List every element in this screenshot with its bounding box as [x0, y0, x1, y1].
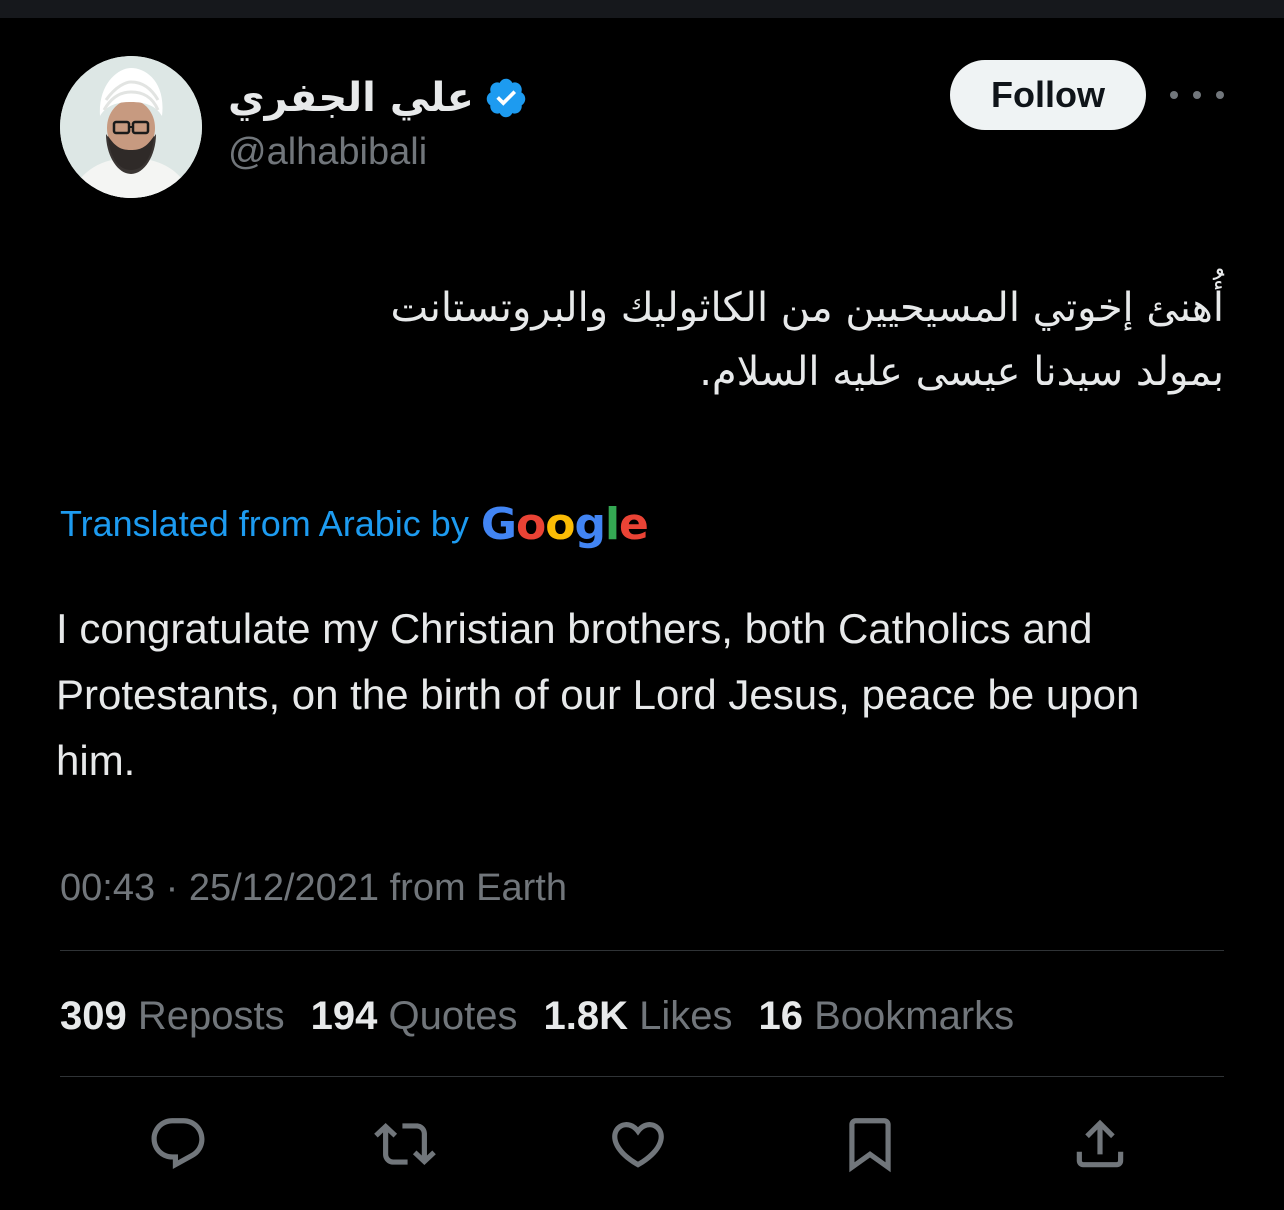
tweet-text-translation: I congratulate my Christian brothers, bo… [56, 605, 1140, 784]
more-dot [1216, 91, 1224, 99]
reply-icon[interactable] [146, 1112, 210, 1176]
bookmark-icon[interactable] [838, 1112, 902, 1176]
stat-number: 1.8K [543, 994, 628, 1038]
follow-button[interactable]: Follow [950, 60, 1146, 130]
stat-label: Reposts [137, 994, 285, 1038]
share-icon[interactable] [1068, 1112, 1132, 1176]
divider [60, 950, 1224, 951]
translation-attribution[interactable]: Translated from Arabic by Google [60, 496, 649, 552]
avatar[interactable] [60, 56, 202, 198]
arabic-line: بمولد سيدنا عيسى عليه السلام. [699, 349, 1224, 395]
stat-number: 194 [310, 994, 378, 1038]
stat-label: Likes [639, 994, 733, 1038]
divider [60, 1076, 1224, 1077]
stat-label: Bookmarks [814, 994, 1015, 1038]
arabic-line: أُهنئ إخوتي المسيحيين من الكاثوليك والبر… [390, 285, 1224, 331]
google-logo: Google [480, 498, 649, 550]
stat-reposts[interactable]: 309 Reposts [60, 988, 285, 1044]
stat-number: 309 [60, 994, 127, 1038]
stat-label: Quotes [388, 994, 518, 1038]
tweet-timestamp[interactable]: 00:43 · 25/12/2021 from Earth [60, 860, 567, 916]
verified-badge-icon [484, 76, 528, 120]
user-handle[interactable]: @alhabibali [228, 131, 427, 174]
tweet-stats: 309 Reposts 194 Quotes 1.8K Likes 16 Boo… [60, 988, 1040, 1044]
repost-icon[interactable] [373, 1112, 437, 1176]
stat-quotes[interactable]: 194 Quotes [311, 988, 518, 1044]
tweet-text-arabic: أُهنئ إخوتي المسيحيين من الكاثوليك والبر… [124, 276, 1224, 404]
author-name-row[interactable]: علي الجفري [228, 68, 528, 128]
status-bar [0, 0, 1284, 18]
stat-bookmarks[interactable]: 16 Bookmarks [758, 988, 1014, 1044]
like-icon[interactable] [606, 1112, 670, 1176]
more-options-icon[interactable] [1170, 78, 1224, 112]
more-dot [1170, 91, 1178, 99]
profile-photo-icon [60, 56, 202, 198]
stat-likes[interactable]: 1.8K Likes [543, 988, 732, 1044]
more-dot [1193, 91, 1201, 99]
display-name[interactable]: علي الجفري [228, 78, 474, 118]
action-bar [0, 1112, 1284, 1176]
stat-number: 16 [758, 994, 803, 1038]
translated-label: Translated from Arabic by [60, 503, 469, 544]
